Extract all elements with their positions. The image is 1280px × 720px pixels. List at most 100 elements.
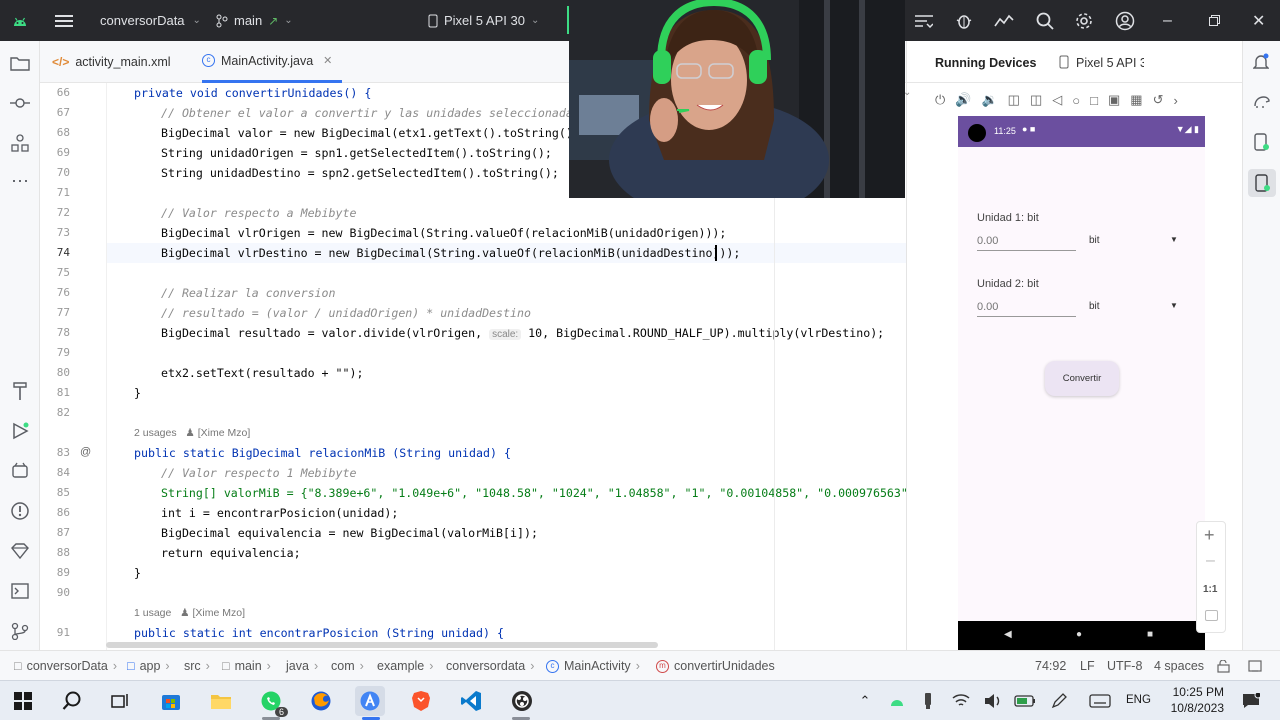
home-icon[interactable]: ○ [1072, 93, 1080, 108]
brave-browser-icon[interactable] [406, 686, 436, 716]
whatsapp-icon[interactable]: 6 [256, 686, 288, 717]
main-menu-icon[interactable] [55, 0, 73, 41]
app-quality-insights-icon[interactable] [8, 539, 32, 563]
breadcrumb-item[interactable]: m convertirUnidades [656, 651, 775, 681]
breadcrumb-item[interactable]: □ main › [222, 651, 271, 681]
gradle-icon[interactable] [1253, 93, 1271, 112]
power-icon[interactable]: ⏻ [935, 92, 945, 108]
unit1-spinner-value[interactable]: bit [1089, 235, 1100, 246]
keyboard-icon[interactable] [1085, 686, 1115, 716]
version-control-icon[interactable] [8, 619, 32, 643]
panel-options-chevron-icon[interactable]: ⌄ [903, 87, 911, 98]
overview-icon[interactable]: □ [1090, 93, 1098, 108]
task-view-icon[interactable] [105, 686, 135, 716]
close-window-icon[interactable]: ✕ [1252, 0, 1265, 41]
android-studio-icon[interactable] [355, 686, 385, 716]
terminal-icon[interactable] [8, 579, 32, 603]
file-explorer-icon[interactable] [206, 686, 236, 716]
pen-icon[interactable] [1044, 686, 1074, 716]
project-selector[interactable]: conversorData ⌄ [100, 0, 201, 41]
rotate-left-icon[interactable]: ◫ [1008, 92, 1020, 108]
run-icon[interactable] [8, 419, 32, 443]
problems-icon[interactable] [8, 499, 32, 523]
reset-icon[interactable]: ↺ [1153, 92, 1164, 108]
zoom-actual-size[interactable]: 1:1 [1203, 584, 1217, 595]
unit2-spinner-value[interactable]: bit [1089, 301, 1100, 312]
battery-charging-icon[interactable] [1010, 686, 1040, 716]
windows-start-icon[interactable] [8, 686, 38, 716]
android-tray-icon[interactable] [882, 686, 912, 716]
indent-setting[interactable]: 4 spaces [1154, 651, 1204, 681]
breadcrumb-item[interactable]: example › [377, 651, 433, 681]
breadcrumb-item[interactable]: c MainActivity › [546, 651, 640, 681]
close-tab-icon[interactable]: ✕ [323, 54, 332, 67]
show-hidden-icons-chevron-icon[interactable]: ⌃ [850, 686, 880, 716]
firefox-icon[interactable] [306, 686, 336, 716]
project-folder-icon[interactable] [8, 51, 32, 75]
unit1-value-input[interactable] [977, 231, 1076, 251]
zoom-out-icon[interactable]: – [1206, 552, 1215, 570]
home-nav-icon[interactable]: ● [1076, 629, 1082, 640]
line-separator[interactable]: LF [1080, 651, 1095, 681]
recents-nav-icon[interactable]: ■ [1147, 629, 1153, 640]
tab-mainactivity-java[interactable]: c MainActivity.java ✕ [202, 41, 342, 83]
structure-icon[interactable] [8, 131, 32, 155]
file-encoding[interactable]: UTF-8 [1107, 651, 1142, 681]
profiler-icon[interactable] [994, 0, 1014, 41]
breadcrumb-item[interactable]: com › [331, 651, 364, 681]
unit2-value-input[interactable] [977, 297, 1076, 317]
breadcrumb-item[interactable]: conversordata › [446, 651, 534, 681]
screenshot-icon[interactable]: ▣ [1108, 92, 1120, 108]
wifi-icon[interactable] [946, 686, 976, 716]
zoom-in-icon[interactable]: + [1204, 525, 1215, 546]
convert-button[interactable]: Convertir [1045, 361, 1119, 396]
tab-activity-main-xml[interactable]: </> activity_main.xml [52, 41, 192, 83]
account-icon[interactable] [1115, 0, 1135, 41]
memory-indicator-icon[interactable] [1248, 651, 1262, 681]
breadcrumb-item[interactable]: □ conversorData › [14, 651, 117, 681]
volume-up-icon[interactable]: 🔊 [955, 92, 971, 108]
tab-device[interactable]: Pixel 5 API 30 [1076, 56, 1144, 70]
minimize-window-icon[interactable]: – [1163, 0, 1172, 41]
zoom-fit-icon[interactable] [1205, 610, 1218, 621]
logcat-icon[interactable] [8, 459, 32, 483]
build-variants-icon[interactable] [915, 0, 933, 41]
obs-studio-icon[interactable] [507, 686, 537, 716]
screen-record-icon[interactable]: ▦ [1130, 92, 1142, 108]
chevron-right-icon[interactable]: › [1173, 93, 1177, 108]
volume-down-icon[interactable]: 🔉 [981, 92, 997, 108]
branch-selector[interactable]: main ↗ ⌄ [216, 0, 293, 41]
notification-center-icon[interactable] [1236, 686, 1266, 716]
volume-icon[interactable] [978, 686, 1008, 716]
horizontal-scrollbar[interactable] [106, 642, 658, 648]
debug-icon[interactable] [955, 0, 973, 41]
back-nav-icon[interactable]: ◀ [1004, 629, 1012, 640]
restore-window-icon[interactable] [1209, 0, 1220, 41]
commit-icon[interactable] [8, 91, 32, 115]
search-icon[interactable] [57, 686, 87, 716]
rotate-right-icon[interactable]: ◫ [1030, 92, 1042, 108]
tab-running-devices[interactable]: Running Devices [935, 56, 1036, 70]
microsoft-store-icon[interactable] [156, 686, 186, 716]
device-selector[interactable]: Pixel 5 API 30 ⌄ [428, 0, 539, 41]
device-manager-icon[interactable] [1253, 133, 1269, 154]
vscode-icon[interactable] [456, 686, 486, 716]
build-hammer-icon[interactable] [8, 379, 32, 403]
read-only-lock-icon[interactable] [1217, 651, 1230, 681]
dropdown-arrow-icon[interactable]: ▼ [1170, 235, 1178, 244]
back-icon[interactable]: ◁ [1052, 92, 1062, 108]
taskbar-clock[interactable]: 10:25 PM 10/8/2023 [1160, 684, 1224, 716]
dropdown-arrow-icon[interactable]: ▼ [1170, 301, 1178, 310]
usages-hint[interactable]: 1 usage ♟ [Xime Mzo] [134, 607, 245, 619]
caret-position[interactable]: 74:92 [1035, 651, 1066, 681]
search-icon[interactable] [1036, 0, 1054, 41]
device-screen[interactable]: 11:25 ● ■ ▼◢ ▮ Unidad 1: bit bit ▼ Unida… [958, 116, 1205, 650]
implementation-marker-icon[interactable]: @ [80, 446, 91, 458]
breadcrumb-item[interactable]: □ app › [127, 651, 170, 681]
android-logo-icon[interactable] [12, 0, 28, 41]
breadcrumb-item[interactable]: java › [286, 651, 318, 681]
more-tools-icon[interactable]: ⋯ [8, 169, 32, 193]
notifications-icon[interactable] [1252, 53, 1270, 74]
input-language[interactable]: ENG [1126, 694, 1151, 706]
running-devices-icon[interactable] [1248, 169, 1276, 197]
